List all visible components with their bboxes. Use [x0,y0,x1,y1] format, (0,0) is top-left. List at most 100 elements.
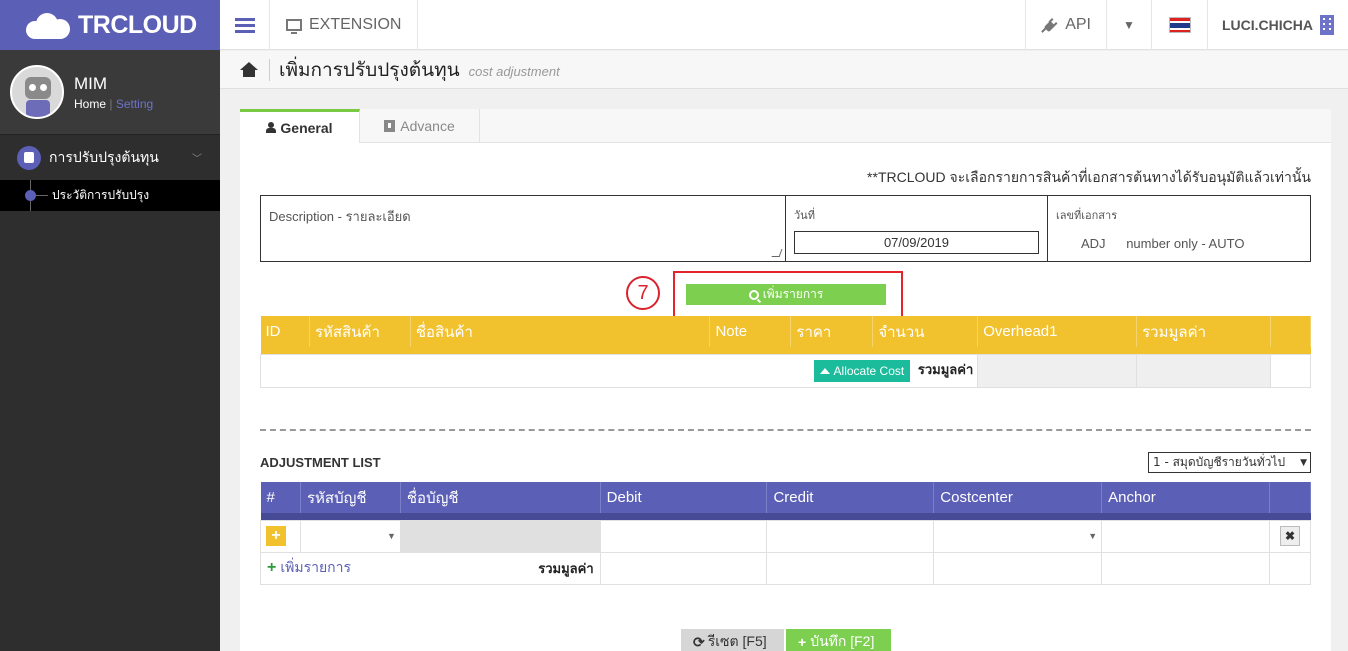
caret-down-icon: ▼ [1123,18,1135,32]
col-product-name: ชื่อสินค้า [410,316,711,347]
description-field[interactable]: Description - รายละเอียด [261,196,786,261]
date-input[interactable]: 07/09/2019 [794,231,1039,254]
overhead-total-cell [977,353,1138,388]
items-header-row: ID รหัสสินค้า ชื่อสินค้า Note ราคา จำนวน… [260,316,1312,347]
api-label: API [1065,16,1091,33]
add-item-button[interactable]: เพิ่มรายการ [686,284,886,305]
setting-link[interactable]: Setting [116,97,153,111]
tab-advance[interactable]: Advance [360,109,480,143]
credit-total [766,551,935,585]
adjustment-table: # รหัสบัญชี ชื่อบัญชี Debit Credit Costc… [260,482,1312,585]
col-total: รวมมูลค่า [1136,316,1271,347]
user-menu[interactable]: LUCI.CHICHA [1208,0,1348,50]
book-icon [384,120,396,132]
account-name-cell [399,519,601,553]
language-switch[interactable] [1152,0,1208,50]
dropdown-toggle[interactable]: ▼ [1107,0,1152,50]
col-credit: Credit [766,482,935,513]
plus-icon: + [267,559,277,576]
building-icon [1320,15,1334,35]
content-card: General Advance **TRCLOUD จะเลือกรายการส… [240,109,1331,651]
col-price: ราคา [790,316,874,347]
col-note: Note [709,316,792,347]
tab-advance-label: Advance [400,118,455,134]
empty-cell [1101,551,1270,585]
credit-input[interactable] [766,519,935,553]
delete-cell: ✖ [1268,519,1312,553]
empty-cell [1268,551,1312,585]
date-cell: วันที่ 07/09/2019 [786,196,1048,261]
delete-row-button[interactable]: ✖ [1279,526,1300,546]
tab-general[interactable]: General [240,109,360,143]
docno-label: เลขที่เอกสาร [1056,209,1118,222]
home-icon[interactable] [240,61,258,78]
footer-actions: ⟳ รีเซต [F5] + บันทึก [F2] [681,629,891,651]
extension-label: EXTENSION [309,16,402,33]
reset-button[interactable]: ⟳ รีเซต [F5] [681,629,784,651]
add-line-label: เพิ่มรายการ [280,559,352,575]
adj-header-row: # รหัสบัญชี ชื่อบัญชี Debit Credit Costc… [260,482,1312,513]
plus-icon: + [798,634,807,650]
caret-down-icon: ▼ [386,531,396,541]
allocate-cost-button[interactable]: Allocate Cost [813,360,911,382]
page-title: เพิ่มการปรับปรุงต้นทุน [279,59,460,81]
cloud-icon [26,11,74,39]
arrow-up-icon [819,368,830,374]
profile-name: MIM [74,73,108,93]
docno-prefix: ADJ [1081,236,1106,251]
chevron-down-icon: ﹀ [192,154,202,165]
col-account-name: ชื่อบัญชี [400,482,601,513]
hamburger-icon [234,15,255,36]
grand-total-cell [1136,353,1271,388]
brand-logo[interactable]: TRCLOUD [0,0,220,50]
link-separator: | [109,96,113,111]
topbar: EXTENSION API ▼ LUCI.CHICHA [220,0,1348,50]
col-product-code: รหัสสินค้า [309,316,411,347]
menu-label: การปรับปรุงต้นทุน [49,149,159,166]
debit-total [599,551,768,585]
submenu-item-history[interactable]: ประวัติการปรับปรุง [0,180,220,211]
bullet-icon [25,190,36,201]
extension-button[interactable]: EXTENSION [270,0,419,50]
reset-label: รีเซต [F5] [707,633,767,649]
avatar[interactable] [10,65,64,119]
step-number-badge: 7 [626,276,660,310]
adj-sum-label: รวมมูลค่า [400,551,601,585]
save-button[interactable]: + บันทึก [F2] [786,629,891,651]
menu-toggle-button[interactable] [220,0,270,50]
username: LUCI.CHICHA [1222,17,1313,33]
items-summary-row: Allocate Cost รวมมูลค่า [259,353,1312,388]
items-table: ID รหัสสินค้า ชื่อสินค้า Note ราคา จำนวน… [259,316,1312,388]
plug-icon [1041,17,1058,33]
col-costcenter: Costcenter [933,482,1103,513]
save-label: บันทึก [F2] [810,633,875,649]
debit-input[interactable] [599,519,768,553]
account-code-select[interactable]: ▼ [299,519,401,553]
page-subtitle: cost adjustment [468,64,560,79]
journal-book-value: 1 - สมุดบัญชีรายวันทั่วไป [1153,455,1286,469]
anchor-input[interactable] [1101,519,1270,553]
submenu-label: ประวัติการปรับปรุง [52,188,150,202]
add-line-link[interactable]: + เพิ่มรายการ [261,559,352,576]
costcenter-select[interactable]: ▼ [933,519,1103,553]
description-label: Description - รายละเอียด [269,209,411,224]
resize-handle-icon[interactable] [771,249,783,257]
empty-cell [933,551,1103,585]
col-debit: Debit [600,482,768,513]
col-id: ID [260,316,310,347]
docno-cell: เลขที่เอกสาร ADJ number only - AUTO [1048,196,1310,261]
adj-summary-row: + เพิ่มรายการ รวมมูลค่า [260,551,1312,585]
search-icon [748,289,759,300]
document-info-box: Description - รายละเอียด วันที่ 07/09/20… [260,195,1311,262]
journal-book-select[interactable]: 1 - สมุดบัญชีรายวันทั่วไป ▼ [1148,452,1311,473]
thai-flag-icon [1168,17,1191,33]
approval-notice: **TRCLOUD จะเลือกรายการสินค้าที่เอกสารต้… [867,169,1311,185]
add-row-button[interactable]: + [266,526,286,546]
bus-icon [17,145,41,170]
api-button[interactable]: API [1026,0,1107,50]
allocate-cost-label: Allocate Cost [833,364,905,378]
col-account-code: รหัสบัญชี [300,482,401,513]
home-link[interactable]: Home [74,97,106,111]
docno-input[interactable]: number only - AUTO [1126,236,1244,251]
menu-cost-adjustment[interactable]: การปรับปรุงต้นทุน ﹀ [0,134,220,180]
